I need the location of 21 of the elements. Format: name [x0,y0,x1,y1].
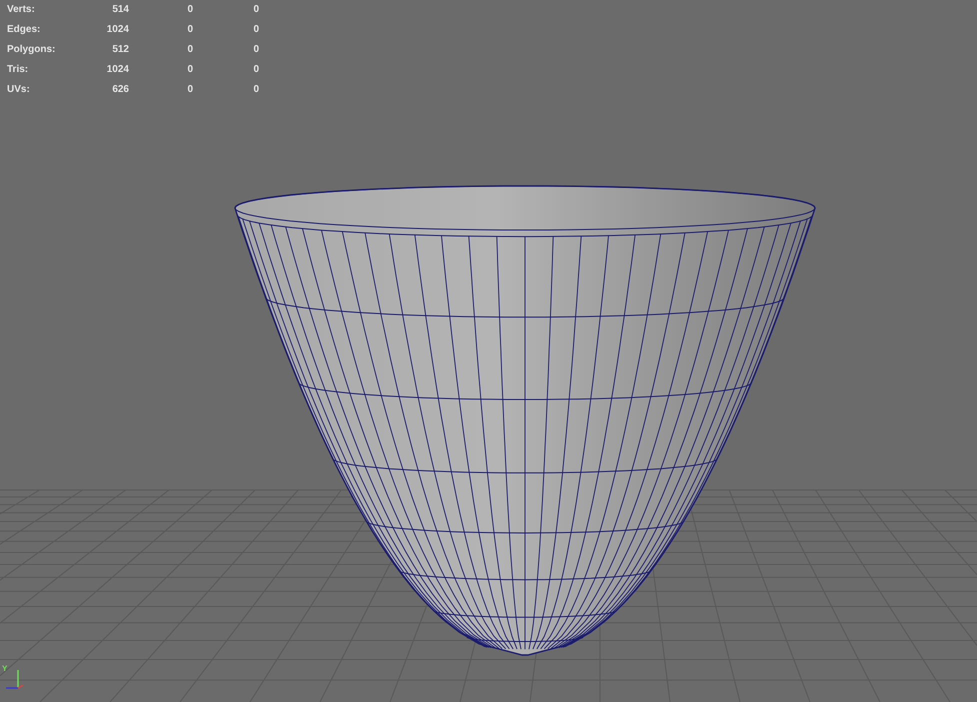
stat-value: 0 [186,83,193,96]
stat-value: 0 [252,83,259,96]
stat-label: Polygons: [7,43,56,56]
stat-value: 0 [252,3,259,16]
stat-value: 0 [252,63,259,76]
axis-label: Y [2,664,8,673]
stat-value: 512 [111,43,129,56]
stat-value: 1024 [106,63,129,76]
stat-value: 514 [111,3,129,16]
stat-value: 0 [186,63,193,76]
stat-label: Edges: [7,23,42,36]
stat-label: Verts: [7,3,36,16]
stat-value: 0 [186,3,193,16]
stat-value: 0 [186,43,193,56]
stat-value: 0 [252,43,259,56]
stat-value: 626 [111,83,129,96]
stat-value: 1024 [106,23,129,36]
stat-label: UVs: [7,83,31,96]
stat-value: 0 [186,23,193,36]
stat-value: 0 [252,23,259,36]
stat-label: Tris: [7,63,30,76]
